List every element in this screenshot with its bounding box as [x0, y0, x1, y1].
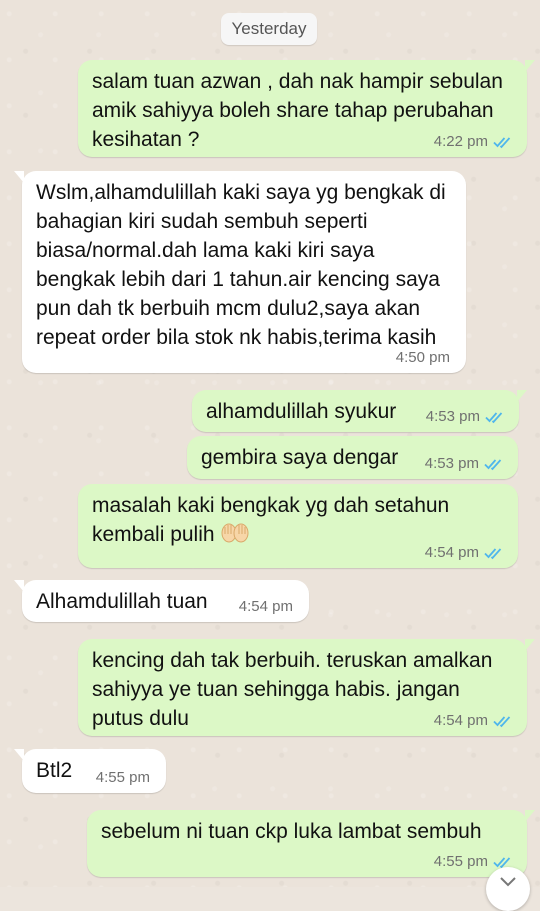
- message-meta: 4:53 pm: [426, 408, 507, 426]
- message-time: 4:53 pm: [425, 408, 480, 425]
- double-check-icon: [484, 548, 502, 560]
- outgoing-message[interactable]: alhamdulillah syukur 4:53 pm: [192, 390, 527, 432]
- outgoing-message[interactable]: gembira saya dengar 4:53 pm: [187, 436, 518, 479]
- message-text: sebelum ni tuan ckp luka lambat sembuh: [101, 820, 482, 843]
- message-meta: 4:22 pm: [434, 133, 515, 151]
- message-time: 4:50 pm: [395, 349, 450, 366]
- message-meta: 4:55 pm: [96, 769, 150, 787]
- message-meta: 4:54 pm: [425, 544, 506, 562]
- message-meta: 4:50 pm: [396, 349, 450, 367]
- date-separator: Yesterday: [221, 13, 317, 45]
- message-time: 4:54 pm: [238, 598, 293, 615]
- double-check-icon: [485, 412, 503, 424]
- scroll-to-bottom-button[interactable]: [486, 867, 530, 911]
- message-meta: 4:53 pm: [425, 455, 506, 473]
- incoming-message[interactable]: Wslm,alhamdulillah kaki saya yg bengkak …: [14, 171, 466, 373]
- chevron-down-icon: [500, 877, 516, 887]
- message-time: 4:55 pm: [95, 769, 150, 786]
- double-check-icon: [484, 459, 502, 471]
- outgoing-message[interactable]: kencing dah tak berbuih. teruskan amalka…: [78, 639, 535, 736]
- outgoing-message[interactable]: salam tuan azwan , dah nak hampir sebula…: [78, 60, 535, 157]
- double-check-icon: [493, 137, 511, 149]
- outgoing-message[interactable]: masalah kaki bengkak yg dah setahun kemb…: [78, 484, 518, 568]
- message-time: 4:54 pm: [424, 544, 479, 561]
- message-text-body: masalah kaki bengkak yg dah setahun kemb…: [92, 494, 450, 546]
- message-meta: 4:54 pm: [239, 598, 293, 616]
- message-text: masalah kaki bengkak yg dah setahun kemb…: [92, 491, 504, 549]
- double-check-icon: [493, 716, 511, 728]
- incoming-message[interactable]: Alhamdulillah tuan 4:54 pm: [14, 580, 309, 622]
- message-time: 4:54 pm: [433, 712, 488, 729]
- outgoing-message[interactable]: sebelum ni tuan ckp luka lambat sembuh 4…: [87, 810, 535, 877]
- raising-hands-icon: [221, 523, 249, 543]
- message-time: 4:55 pm: [433, 853, 488, 870]
- message-time: 4:53 pm: [424, 455, 479, 472]
- message-time: 4:22 pm: [433, 133, 488, 150]
- message-meta: 4:54 pm: [434, 712, 515, 730]
- incoming-message[interactable]: Btl2 4:55 pm: [14, 749, 166, 793]
- message-text: Wslm,alhamdulillah kaki saya yg bengkak …: [36, 181, 446, 349]
